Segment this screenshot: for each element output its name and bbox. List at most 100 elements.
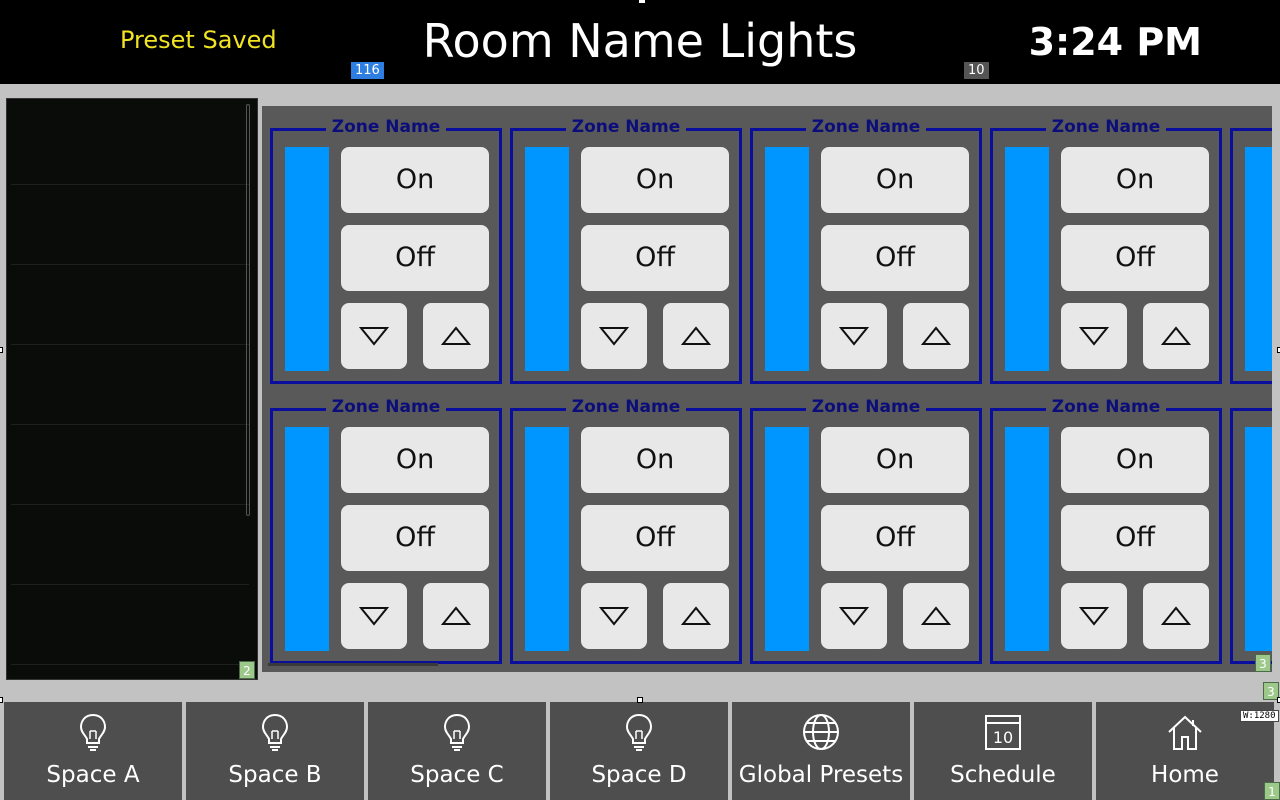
zone-on-button[interactable]: On	[341, 147, 489, 213]
join-number-tag: 10	[964, 62, 989, 79]
zone-card: Zone Name On Off	[270, 397, 502, 664]
triangle-up-icon	[1161, 326, 1191, 345]
list-divider	[11, 584, 249, 585]
zone-raise-button[interactable]	[663, 583, 729, 649]
list-scrollbar[interactable]	[246, 104, 250, 516]
join-number-tag: 116	[351, 62, 384, 79]
nav-item-space-a[interactable]: Space A	[4, 702, 182, 800]
zone-off-button[interactable]: Off	[581, 225, 729, 291]
nav-item-label: Space A	[46, 762, 140, 788]
zone-level-bar[interactable]	[1005, 427, 1049, 651]
resize-handle	[639, 0, 645, 3]
zone-lower-button[interactable]	[341, 583, 407, 649]
zone-title: Zone Name	[513, 397, 739, 417]
zone-level-bar[interactable]	[285, 147, 329, 371]
zone-off-button[interactable]: Off	[1061, 505, 1209, 571]
zone-raise-button[interactable]	[903, 303, 969, 369]
triangle-up-icon	[681, 606, 711, 625]
triangle-down-icon	[839, 607, 869, 626]
zone-raise-button[interactable]	[903, 583, 969, 649]
nav-item-space-b[interactable]: Space B	[186, 702, 364, 800]
zone-level-bar[interactable]	[1245, 427, 1272, 651]
zone-level-bar[interactable]	[765, 147, 809, 371]
zone-lower-button[interactable]	[581, 303, 647, 369]
nav-item-label: Home	[1151, 762, 1219, 788]
zone-name-label: Zone Name	[1045, 117, 1167, 137]
zone-off-button[interactable]: Off	[581, 505, 729, 571]
zone-level-bar[interactable]	[285, 427, 329, 651]
zone-card: Zone Name On Off	[510, 117, 742, 384]
zone-card: Zone Name On Off	[990, 117, 1222, 384]
zone-off-button[interactable]: Off	[821, 505, 969, 571]
zone-off-button[interactable]: Off	[821, 225, 969, 291]
zone-raise-button[interactable]	[1143, 303, 1209, 369]
zone-off-button[interactable]: Off	[1061, 225, 1209, 291]
triangle-down-icon	[359, 607, 389, 626]
nav-item-space-c[interactable]: Space C	[368, 702, 546, 800]
zone-title: Zone Name	[993, 117, 1219, 137]
triangle-down-icon	[839, 327, 869, 346]
zone-on-button[interactable]: On	[821, 427, 969, 493]
zone-lower-button[interactable]	[341, 303, 407, 369]
preset-list[interactable]	[6, 98, 258, 680]
app-screen: Preset Saved Room Name Lights 3:24 PM 11…	[0, 0, 1280, 800]
lightbulb-icon	[186, 712, 364, 752]
zone-name-label: Zone Name	[565, 397, 687, 417]
header-bar: Preset Saved Room Name Lights 3:24 PM 11…	[0, 0, 1280, 84]
nav-item-label: Space B	[228, 762, 322, 788]
zone-raise-button[interactable]	[423, 583, 489, 649]
zone-lower-button[interactable]	[1061, 303, 1127, 369]
zone-lower-button[interactable]	[821, 583, 887, 649]
nav-item-space-d[interactable]: Space D	[550, 702, 728, 800]
zone-on-button[interactable]: On	[821, 147, 969, 213]
nav-item-global-presets[interactable]: Global Presets	[732, 702, 910, 800]
list-divider	[11, 504, 249, 505]
zone-name-label: Zone Name	[565, 117, 687, 137]
triangle-up-icon	[441, 326, 471, 345]
zone-raise-button[interactable]	[663, 303, 729, 369]
zone-raise-button[interactable]	[423, 303, 489, 369]
zone-name-label: Zone Name	[805, 397, 927, 417]
zone-name-label: Zone Name	[1045, 397, 1167, 417]
nav-item-label: Space D	[591, 762, 687, 788]
zone-off-button[interactable]: Off	[341, 505, 489, 571]
zone-level-bar[interactable]	[1005, 147, 1049, 371]
zone-level-bar[interactable]	[1245, 147, 1272, 371]
zone-level-bar[interactable]	[765, 427, 809, 651]
zone-level-bar[interactable]	[525, 147, 569, 371]
zone-card	[1230, 128, 1272, 384]
triangle-down-icon	[1079, 607, 1109, 626]
triangle-down-icon	[599, 607, 629, 626]
nav-item-label: Space C	[410, 762, 504, 788]
zone-on-button[interactable]: On	[341, 427, 489, 493]
resize-handle	[637, 697, 643, 703]
horizontal-scrollbar[interactable]	[268, 663, 438, 666]
zone-on-button[interactable]: On	[1061, 147, 1209, 213]
globe-icon	[732, 712, 910, 752]
zone-lower-button[interactable]	[581, 583, 647, 649]
zone-title: Zone Name	[513, 117, 739, 137]
zone-name-label: Zone Name	[325, 117, 447, 137]
zone-on-button[interactable]: On	[1061, 427, 1209, 493]
zone-raise-button[interactable]	[1143, 583, 1209, 649]
triangle-up-icon	[441, 606, 471, 625]
list-divider	[11, 344, 249, 345]
zone-on-button[interactable]: On	[581, 427, 729, 493]
zone-title: Zone Name	[273, 117, 499, 137]
zone-lower-button[interactable]	[1061, 583, 1127, 649]
zone-card: Zone Name On Off	[270, 117, 502, 384]
resize-handle	[0, 347, 3, 353]
zone-title: Zone Name	[753, 397, 979, 417]
calendar-day-label: 10	[992, 728, 1014, 747]
zone-lower-button[interactable]	[821, 303, 887, 369]
list-divider	[11, 264, 249, 265]
lightbulb-icon	[4, 712, 182, 752]
zone-card: Zone Name On Off	[990, 397, 1222, 664]
triangle-up-icon	[921, 606, 951, 625]
nav-item-schedule[interactable]: 10 Schedule	[914, 702, 1092, 800]
join-number-tag: 1	[1264, 782, 1280, 800]
zone-off-button[interactable]: Off	[341, 225, 489, 291]
zone-level-bar[interactable]	[525, 427, 569, 651]
zone-on-button[interactable]: On	[581, 147, 729, 213]
zone-grid: Zone Name On Off Zone Name On Off Zone Name On O…	[262, 106, 1272, 672]
